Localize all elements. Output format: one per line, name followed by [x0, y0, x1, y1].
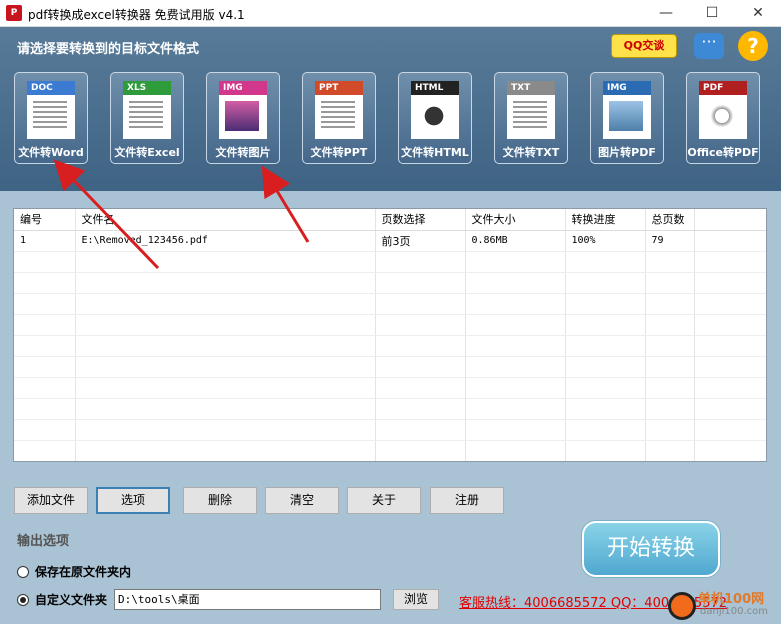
- table-row-empty: [14, 335, 766, 357]
- app-icon: P: [6, 5, 22, 21]
- cell-filename: E:\Removed_123456.pdf: [75, 230, 376, 252]
- table-header-row: 编号 文件名 页数选择 文件大小 转换进度 总页数: [14, 209, 766, 231]
- col-header-spacer: [694, 209, 766, 231]
- cell-pages: 前3页: [375, 230, 466, 252]
- table-row[interactable]: 1 E:\Removed_123456.pdf 前3页 0.86MB 100% …: [14, 230, 766, 252]
- qq-chat-button[interactable]: QQ交谈: [611, 34, 677, 58]
- table-row-empty: [14, 272, 766, 294]
- tool-to-txt[interactable]: TXT 文件转TXT: [494, 72, 568, 164]
- delete-button[interactable]: 删除: [183, 487, 257, 514]
- tool-label: 文件转PPT: [310, 146, 368, 159]
- doc-file-icon: DOC: [27, 81, 75, 139]
- options-button[interactable]: 选项: [96, 487, 170, 514]
- tool-to-ppt[interactable]: PPT 文件转PPT: [302, 72, 376, 164]
- chat-bubble-icon[interactable]: ···: [694, 33, 724, 59]
- txt-file-icon: TXT: [507, 81, 555, 139]
- col-header-size[interactable]: 文件大小: [465, 209, 566, 231]
- format-prompt: 请选择要转换到的目标文件格式: [17, 42, 200, 57]
- col-header-pages[interactable]: 页数选择: [375, 209, 466, 231]
- custom-folder-option[interactable]: 自定义文件夹: [17, 591, 107, 609]
- table-row-empty: [14, 293, 766, 315]
- pdf-file-icon: PDF: [699, 81, 747, 139]
- xls-file-icon: XLS: [123, 81, 171, 139]
- tool-image-to-pdf[interactable]: IMG 图片转PDF: [590, 72, 664, 164]
- window-title: pdf转换成excel转换器 免费试用版 v4.1: [28, 8, 245, 22]
- radio-custom-folder[interactable]: [17, 594, 29, 606]
- output-options-label: 输出选项: [17, 534, 70, 549]
- table-row-empty: [14, 440, 766, 461]
- tool-to-image[interactable]: IMG 文件转图片: [206, 72, 280, 164]
- tool-office-to-pdf[interactable]: PDF Office转PDF: [686, 72, 760, 164]
- table-row-empty: [14, 377, 766, 399]
- picture-file-icon: IMG: [603, 81, 651, 139]
- help-icon[interactable]: ?: [738, 31, 768, 61]
- clear-button[interactable]: 清空: [265, 487, 339, 514]
- tool-label: 文件转Word: [18, 146, 84, 159]
- tool-label: 图片转PDF: [598, 146, 656, 159]
- table-row-empty: [14, 314, 766, 336]
- cell-index: 1: [14, 230, 76, 252]
- cell-progress: 100%: [565, 230, 646, 252]
- table-row-empty: [14, 419, 766, 441]
- add-file-button[interactable]: 添加文件: [14, 487, 88, 514]
- ppt-file-icon: PPT: [315, 81, 363, 139]
- table-row-empty: [14, 398, 766, 420]
- table-row-empty: [14, 356, 766, 378]
- col-header-index[interactable]: 编号: [14, 209, 76, 231]
- col-header-filename[interactable]: 文件名: [75, 209, 376, 231]
- col-header-progress[interactable]: 转换进度: [565, 209, 646, 231]
- close-button[interactable]: ✕: [735, 0, 781, 27]
- tool-label: 文件转Excel: [114, 146, 180, 159]
- keep-original-option[interactable]: 保存在原文件夹内: [17, 563, 131, 581]
- tool-label: 文件转TXT: [502, 146, 560, 159]
- cell-total-pages: 79: [645, 230, 695, 252]
- img-file-icon: IMG: [219, 81, 267, 139]
- cell-size: 0.86MB: [465, 230, 566, 252]
- title-bar: P pdf转换成excel转换器 免费试用版 v4.1 — ☐ ✕: [0, 0, 781, 27]
- tool-label: 文件转HTML: [401, 146, 469, 159]
- tool-label: 文件转图片: [215, 146, 271, 159]
- minimize-button[interactable]: —: [643, 0, 689, 27]
- radio-keep-original[interactable]: [17, 566, 29, 578]
- watermark-logo: 单机100网 danji100.com: [668, 587, 781, 624]
- about-button[interactable]: 关于: [347, 487, 421, 514]
- tool-to-excel[interactable]: XLS 文件转Excel: [110, 72, 184, 164]
- maximize-button[interactable]: ☐: [689, 0, 735, 27]
- start-convert-button[interactable]: 开始转换: [582, 521, 720, 577]
- browse-button[interactable]: 浏览: [393, 589, 439, 610]
- tool-to-html[interactable]: HTML 文件转HTML: [398, 72, 472, 164]
- tool-to-word[interactable]: DOC 文件转Word: [14, 72, 88, 164]
- register-button[interactable]: 注册: [430, 487, 504, 514]
- output-path-input[interactable]: D:\tools\桌面: [114, 589, 381, 610]
- table-row-empty: [14, 251, 766, 273]
- file-list[interactable]: 编号 文件名 页数选择 文件大小 转换进度 总页数 1 E:\Removed_1…: [13, 208, 767, 462]
- watermark-circle-icon: [668, 592, 696, 620]
- html-file-icon: HTML: [411, 81, 459, 139]
- col-header-total-pages[interactable]: 总页数: [645, 209, 695, 231]
- tool-label: Office转PDF: [687, 146, 759, 159]
